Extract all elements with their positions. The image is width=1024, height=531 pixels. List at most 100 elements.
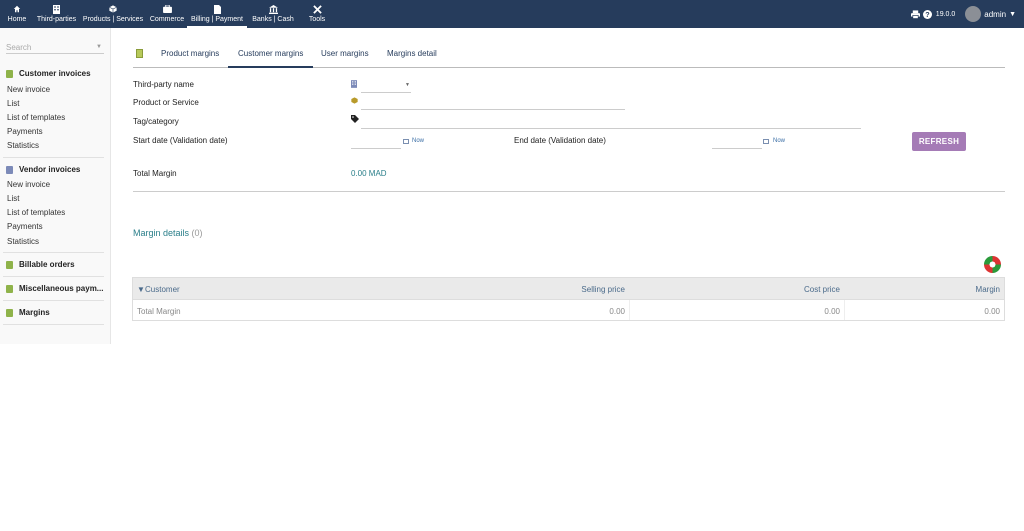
tools-icon xyxy=(312,4,322,14)
divider xyxy=(133,191,1005,192)
nav-billing-payment[interactable]: Billing | Payment xyxy=(187,0,247,28)
tab-bar: Product margins Customer margins User ma… xyxy=(133,45,1005,68)
export-icon[interactable] xyxy=(984,256,1001,273)
margin-details-title: Margin details (0) xyxy=(133,228,203,238)
tab-customer-margins[interactable]: Customer margins xyxy=(228,45,314,68)
sort-desc-icon[interactable]: ▼ xyxy=(137,285,145,294)
nav-products-services[interactable]: Products | Services xyxy=(79,0,147,28)
tab-product-margins[interactable]: Product margins xyxy=(151,45,229,68)
nav-commerce[interactable]: Commerce xyxy=(147,0,187,28)
start-date-input[interactable] xyxy=(351,148,401,149)
table-header: ▼ Customer Selling price Cost price Marg… xyxy=(133,278,1004,300)
divider xyxy=(3,252,104,253)
third-party-select[interactable] xyxy=(361,92,411,93)
divider xyxy=(844,300,845,320)
end-date-label: End date (Validation date) xyxy=(514,136,606,145)
end-date-input[interactable] xyxy=(712,148,762,149)
total-row-selling: 0.00 xyxy=(609,307,625,316)
tab-user-margins[interactable]: User margins xyxy=(311,45,379,68)
col-customer[interactable]: Customer xyxy=(145,285,180,294)
left-sidebar: Search ▼ Customer invoices New invoice L… xyxy=(0,28,111,344)
invoice-icon xyxy=(6,165,13,174)
top-right-tools: ? 19.0.0 admin ▼ xyxy=(910,0,1024,28)
payment-icon xyxy=(6,284,13,293)
start-now-link[interactable]: Now xyxy=(412,138,424,144)
total-margin-label: Total Margin xyxy=(133,169,177,178)
order-icon xyxy=(6,260,13,269)
product-input[interactable] xyxy=(361,109,625,110)
nav-third-parties-label: Third-parties xyxy=(36,16,77,23)
sidebar-item-list[interactable]: List xyxy=(7,99,19,108)
nav-tools[interactable]: Tools xyxy=(299,0,335,28)
col-cost-price[interactable]: Cost price xyxy=(804,285,840,294)
sidebar-head-label: Vendor invoices xyxy=(19,165,81,174)
nav-third-parties[interactable]: Third-parties xyxy=(34,0,79,28)
tag-icon xyxy=(351,115,359,125)
sidebar-item-statistics[interactable]: Statistics xyxy=(7,141,39,150)
end-now-link[interactable]: Now xyxy=(773,138,785,144)
sidebar-item-templates[interactable]: List of templates xyxy=(7,113,65,122)
product-label: Product or Service xyxy=(133,98,199,107)
main-content: Product margins Customer margins User ma… xyxy=(111,28,1024,531)
margin-icon xyxy=(6,308,13,317)
bank-icon xyxy=(268,4,278,14)
user-name[interactable]: admin xyxy=(984,10,1006,19)
sidebar-head-customer-invoices[interactable]: Customer invoices xyxy=(6,69,91,78)
tag-label: Tag/category xyxy=(133,117,179,126)
sidebar-head-misc-payments[interactable]: Miscellaneous paym... xyxy=(6,284,103,293)
sidebar-item-list[interactable]: List xyxy=(7,194,19,203)
total-row-margin: 0.00 xyxy=(984,307,1000,316)
calendar-icon[interactable] xyxy=(403,139,409,144)
sidebar-item-new-invoice[interactable]: New invoice xyxy=(7,85,50,94)
tag-input[interactable] xyxy=(361,128,861,129)
nav-home[interactable]: Home xyxy=(0,0,34,28)
sidebar-item-new-invoice[interactable]: New invoice xyxy=(7,180,50,189)
building-icon xyxy=(53,4,60,14)
col-margin[interactable]: Margin xyxy=(976,285,1000,294)
building-icon xyxy=(351,80,357,90)
cube-icon xyxy=(109,4,117,14)
refresh-button[interactable]: REFRESH xyxy=(912,132,966,151)
avatar[interactable] xyxy=(965,6,982,22)
margin-details-table: ▼ Customer Selling price Cost price Marg… xyxy=(132,277,1005,321)
search-placeholder: Search xyxy=(6,43,32,52)
nav-products-label: Products | Services xyxy=(82,16,144,23)
third-party-label: Third-party name xyxy=(133,80,194,89)
divider xyxy=(3,157,104,158)
nav-banks-cash[interactable]: Banks | Cash xyxy=(247,0,299,28)
nav-tools-label: Tools xyxy=(308,16,326,23)
file-icon xyxy=(213,4,221,14)
sidebar-item-payments[interactable]: Payments xyxy=(7,222,43,231)
help-icon[interactable]: ? xyxy=(922,9,932,19)
divider xyxy=(629,300,630,320)
home-icon xyxy=(13,4,21,14)
sidebar-head-margins[interactable]: Margins xyxy=(6,308,50,317)
margin-details-label: Margin details xyxy=(133,228,190,238)
briefcase-icon xyxy=(162,4,172,14)
search-input[interactable]: Search ▼ xyxy=(6,42,104,54)
invoice-icon xyxy=(6,69,13,78)
total-margin-value: 0.00 MAD xyxy=(351,169,387,178)
svg-text:?: ? xyxy=(925,10,929,19)
col-selling-price[interactable]: Selling price xyxy=(581,285,625,294)
divider xyxy=(3,324,104,325)
print-icon[interactable] xyxy=(910,9,920,19)
tab-margins-detail[interactable]: Margins detail xyxy=(377,45,447,68)
chevron-down-icon[interactable]: ▼ xyxy=(1009,11,1016,18)
sidebar-item-templates[interactable]: List of templates xyxy=(7,208,65,217)
cube-icon xyxy=(351,97,358,106)
nav-banks-label: Banks | Cash xyxy=(252,16,294,23)
total-row-cost: 0.00 xyxy=(824,307,840,316)
sidebar-head-vendor-invoices[interactable]: Vendor invoices xyxy=(6,165,80,174)
chevron-down-icon[interactable]: ▼ xyxy=(405,82,410,88)
sidebar-head-label: Billable orders xyxy=(19,260,75,269)
sidebar-head-billable-orders[interactable]: Billable orders xyxy=(6,260,75,269)
nav-commerce-label: Commerce xyxy=(149,16,185,23)
sidebar-item-payments[interactable]: Payments xyxy=(7,127,43,136)
sidebar-head-label: Customer invoices xyxy=(19,69,91,78)
chevron-down-icon[interactable]: ▼ xyxy=(96,44,102,50)
start-date-label: Start date (Validation date) xyxy=(133,136,228,145)
margin-tab-icon xyxy=(136,49,143,58)
calendar-icon[interactable] xyxy=(763,139,769,144)
sidebar-item-statistics[interactable]: Statistics xyxy=(7,237,39,246)
